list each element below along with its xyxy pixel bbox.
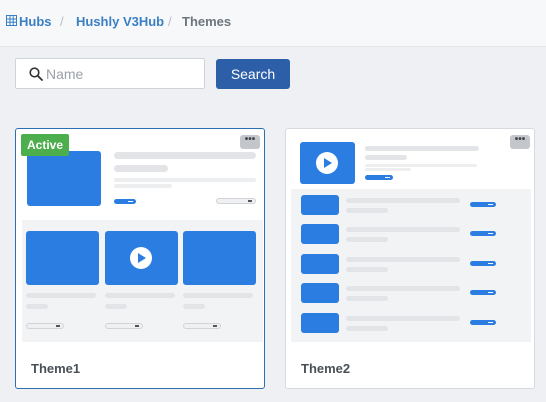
breadcrumb-hub-link[interactable]: Hushly V3Hub [76, 14, 164, 30]
theme-preview [16, 129, 264, 347]
status-badge: Active [21, 134, 70, 156]
search-button[interactable]: Search [216, 59, 290, 89]
more-options-button[interactable]: ••• [240, 135, 260, 149]
breadcrumb-hubs-link[interactable]: Hubs [19, 14, 52, 30]
search-box [15, 58, 205, 89]
breadcrumb-separator: / [60, 14, 64, 29]
more-options-button[interactable]: ••• [510, 135, 530, 149]
search-input[interactable] [46, 59, 201, 88]
breadcrumb: Hubs / Hushly V3Hub / Themes [0, 0, 546, 47]
table-icon [6, 15, 17, 26]
theme-name: Theme1 [31, 361, 81, 376]
breadcrumb-current: Themes [182, 14, 232, 29]
search-icon [29, 67, 43, 81]
theme-preview [286, 129, 534, 347]
theme-card-theme2[interactable]: ••• Theme2 [285, 128, 535, 389]
theme-name: Theme2 [301, 361, 351, 376]
breadcrumb-separator: / [168, 14, 172, 29]
theme-card-theme1[interactable]: Active ••• Theme1 [15, 128, 265, 389]
